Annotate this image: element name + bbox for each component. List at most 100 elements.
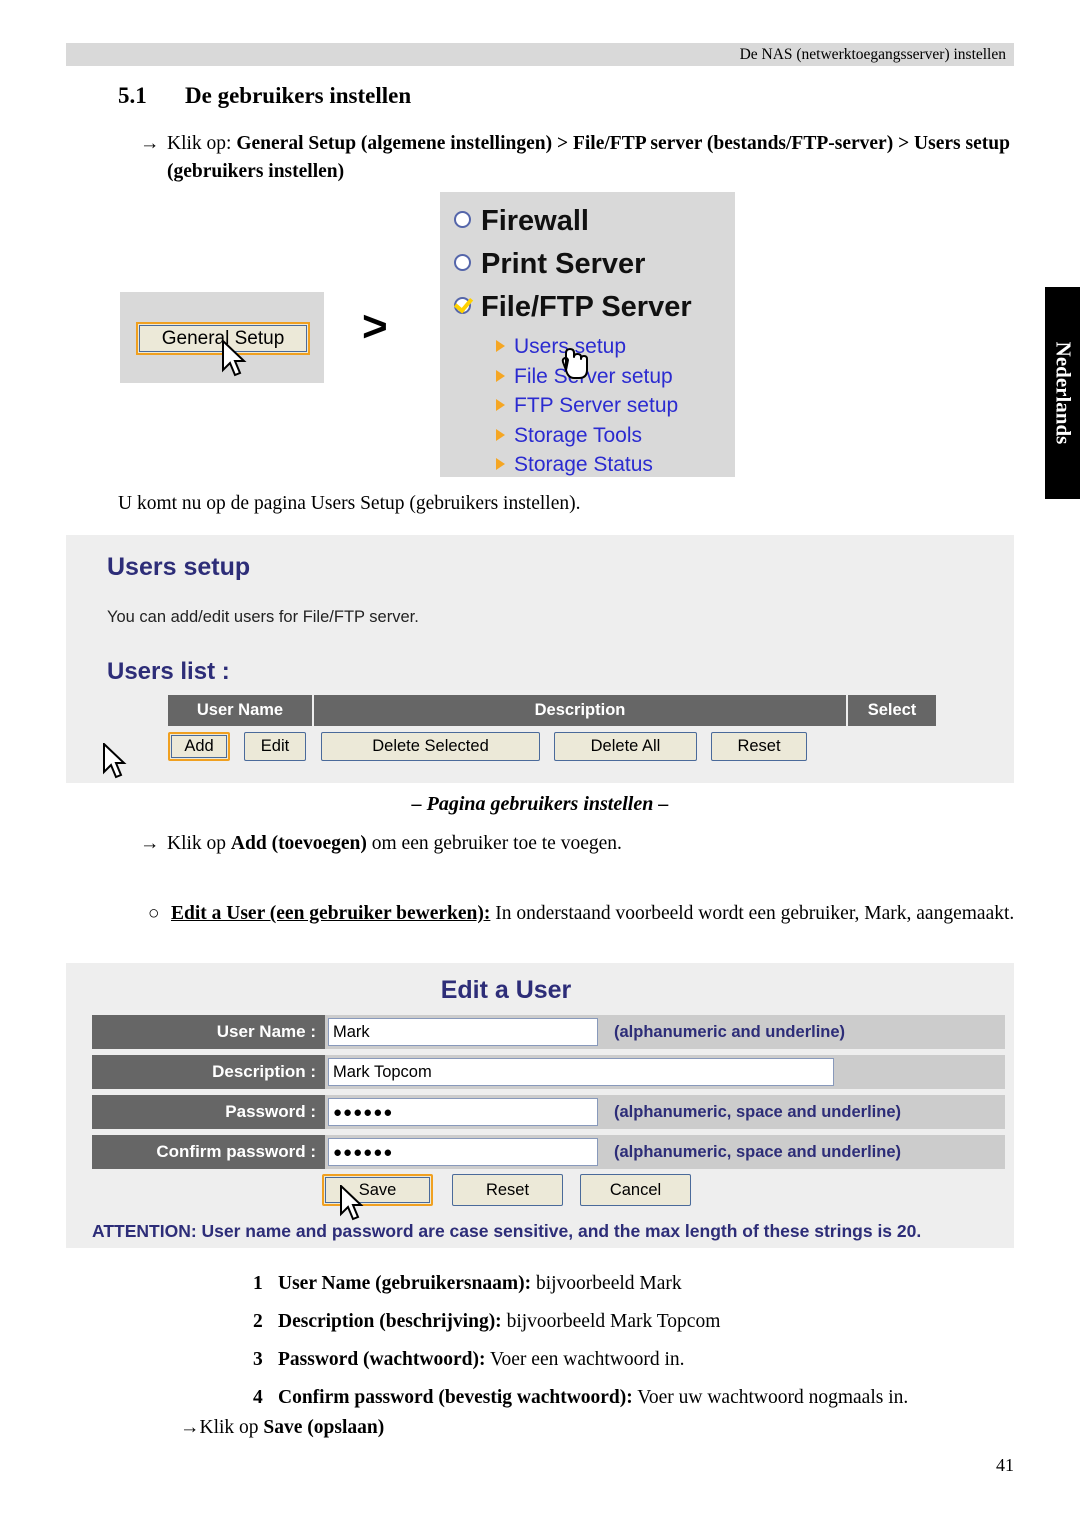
document-page: De NAS (netwerktoegangsserver) instellen…	[0, 0, 1080, 1535]
list-item-number: 1	[253, 1273, 263, 1294]
instruction-step-3: ○ Edit a User (een gebruiker bewerken): …	[148, 900, 1028, 928]
menu-item-label: Print Server	[481, 248, 646, 280]
triangle-bullet-icon	[496, 340, 505, 352]
add-button-label: Add	[184, 737, 214, 755]
triangle-bullet-icon	[496, 399, 505, 411]
hint-password: (alphanumeric, space and underline)	[614, 1102, 901, 1121]
menu-item-file-ftp-server[interactable]: File/FTP Server	[454, 286, 692, 329]
step2-prefix: Klik op	[167, 833, 231, 854]
sidebar-item-storage-status[interactable]: Storage Status	[496, 450, 678, 480]
list-item-rest: Voer uw wachtwoord nogmaals in.	[632, 1387, 909, 1408]
password-field[interactable]: ●●●●●●	[328, 1098, 598, 1126]
step2-suffix: om een gebruiker toe te voegen.	[366, 833, 622, 854]
column-header-user-name: User Name	[168, 695, 314, 726]
radio-unchecked-icon[interactable]	[454, 211, 471, 228]
edit-user-title: Edit a User	[440, 976, 572, 1004]
paragraph-after-figure-1: U komt nu op de pagina Users Setup (gebr…	[118, 493, 581, 514]
user-name-field[interactable]: Mark	[328, 1018, 598, 1046]
figure-edit-user: Edit a User User Name : Mark (alphanumer…	[66, 963, 1014, 1248]
running-header-text: De NAS (netwerktoegangsserver) instellen	[739, 46, 1006, 63]
step3-bold: Edit a User (een gebruiker bewerken):	[171, 903, 491, 924]
triangle-bullet-icon	[496, 458, 505, 470]
reset-button[interactable]: Reset	[452, 1174, 563, 1206]
sublink-label: Storage Tools	[514, 423, 643, 447]
delete-all-button[interactable]: Delete All	[554, 732, 697, 761]
list-item: 2 Description (beschrijving): bijvoorbeel…	[253, 1303, 1043, 1341]
form-row-description: Description : Mark Topcom	[92, 1055, 1005, 1089]
sidebar-item-storage-tools[interactable]: Storage Tools	[496, 421, 678, 451]
users-setup-title: Users setup	[107, 553, 251, 581]
column-header-select: Select	[848, 695, 936, 726]
form-row-confirm-password: Confirm password : ●●●●●● (alphanumeric,…	[92, 1135, 1005, 1169]
list-item-rest: Voer een wachtwoord in.	[485, 1349, 685, 1370]
step2-bold: Add (toevoegen)	[230, 833, 367, 854]
users-table-header: User Name Description Select	[168, 695, 936, 726]
form-row-user-name: User Name : Mark (alphanumeric and under…	[92, 1015, 1005, 1049]
cancel-button[interactable]: Cancel	[580, 1174, 691, 1206]
instruction-step-2: → Klik op Add (toevoegen) om een gebruik…	[140, 830, 1020, 858]
list-item: 1 User Name (gebruikersnaam): bijvoorbeel…	[253, 1265, 1043, 1303]
sidebar-item-users-setup[interactable]: Users setup	[496, 332, 678, 362]
sidebar-item-file-server-setup[interactable]: File Server setup	[496, 362, 678, 392]
menu-panel: Firewall Print Server File/FTP Server Us…	[440, 192, 735, 477]
edit-button-label: Edit	[260, 737, 290, 755]
sidebar-item-ftp-server-setup[interactable]: FTP Server setup	[496, 391, 678, 421]
save-button-label: Save	[358, 1180, 397, 1199]
hint-user-name: (alphanumeric and underline)	[614, 1022, 846, 1041]
final-prefix: Klik op	[199, 1417, 264, 1438]
reset-button-label: Reset	[737, 737, 781, 755]
list-item-rest: bijvoorbeeld Mark	[531, 1273, 682, 1294]
side-tab-label: Nederlands	[1051, 341, 1075, 445]
list-item-number: 2	[253, 1311, 263, 1332]
delete-all-button-label: Delete All	[590, 737, 661, 755]
form-row-password: Password : ●●●●●● (alphanumeric, space a…	[92, 1095, 1005, 1129]
final-bold: Save (opslaan)	[263, 1417, 385, 1438]
list-item: 3 Password (wachtwoord): Voer een wachtwo…	[253, 1341, 1043, 1379]
side-tab-language: Nederlands	[1045, 287, 1080, 499]
sublink-label: FTP Server setup	[514, 394, 679, 417]
radio-checked-icon[interactable]	[454, 297, 471, 314]
menu-top-items: Firewall Print Server File/FTP Server	[454, 200, 692, 329]
page-number: 41	[996, 1455, 1014, 1475]
add-button[interactable]: Add	[168, 732, 230, 761]
arrow-icon: →	[140, 133, 160, 154]
hint-confirm-password: (alphanumeric, space and underline)	[614, 1142, 901, 1161]
reset-button[interactable]: Reset	[711, 732, 807, 761]
delete-selected-button[interactable]: Delete Selected	[321, 732, 540, 761]
label-confirm-password: Confirm password :	[92, 1135, 325, 1169]
menu-item-label: Firewall	[481, 205, 589, 237]
triangle-bullet-icon	[496, 369, 505, 382]
users-list-label: Users list :	[107, 658, 230, 685]
list-item-number: 3	[253, 1349, 263, 1370]
figure-2-caption: – Pagina gebruikers instellen –	[411, 793, 669, 815]
list-item-bold: Confirm password (bevestig wachtwoord):	[278, 1387, 633, 1408]
section-title: De gebruikers instellen	[185, 83, 412, 108]
menu-item-print-server[interactable]: Print Server	[454, 243, 692, 286]
menu-item-label: File/FTP Server	[481, 291, 692, 323]
section-number: 5.1	[118, 83, 147, 108]
sublink-label: Users setup	[514, 335, 627, 358]
menu-sublinks: Users setup File Server setup FTP Server…	[496, 332, 678, 480]
list-item-bold: Password (wachtwoord):	[278, 1349, 486, 1370]
confirm-password-field[interactable]: ●●●●●●	[328, 1138, 598, 1166]
instruction-path: General Setup (algemene instellingen) > …	[167, 133, 1010, 182]
running-header-bar: De NAS (netwerktoegangsserver) instellen	[66, 43, 1014, 66]
sublink-label: File Server setup	[514, 364, 673, 388]
general-setup-button[interactable]: General Setup	[136, 322, 310, 355]
list-item-bold: User Name (gebruikersnaam):	[278, 1273, 532, 1294]
list-item-number: 4	[253, 1387, 263, 1408]
save-button[interactable]: Save	[322, 1174, 433, 1206]
delete-selected-button-label: Delete Selected	[372, 737, 489, 755]
menu-item-firewall[interactable]: Firewall	[454, 200, 692, 243]
figure-users-setup: Users setup You can add/edit users for F…	[66, 535, 1014, 783]
instruction-prefix: Klik op:	[167, 133, 237, 154]
description-field[interactable]: Mark Topcom	[328, 1058, 834, 1086]
users-setup-description: You can add/edit users for File/FTP serv…	[107, 608, 419, 626]
cancel-button-label: Cancel	[609, 1180, 662, 1199]
label-password: Password :	[92, 1095, 325, 1129]
mouse-cursor-icon	[102, 743, 130, 783]
radio-unchecked-icon[interactable]	[454, 254, 471, 271]
edit-button[interactable]: Edit	[244, 732, 306, 761]
step3-rest: In onderstaand voorbeeld wordt een gebru…	[490, 903, 1015, 924]
triangle-bullet-icon	[496, 428, 505, 441]
